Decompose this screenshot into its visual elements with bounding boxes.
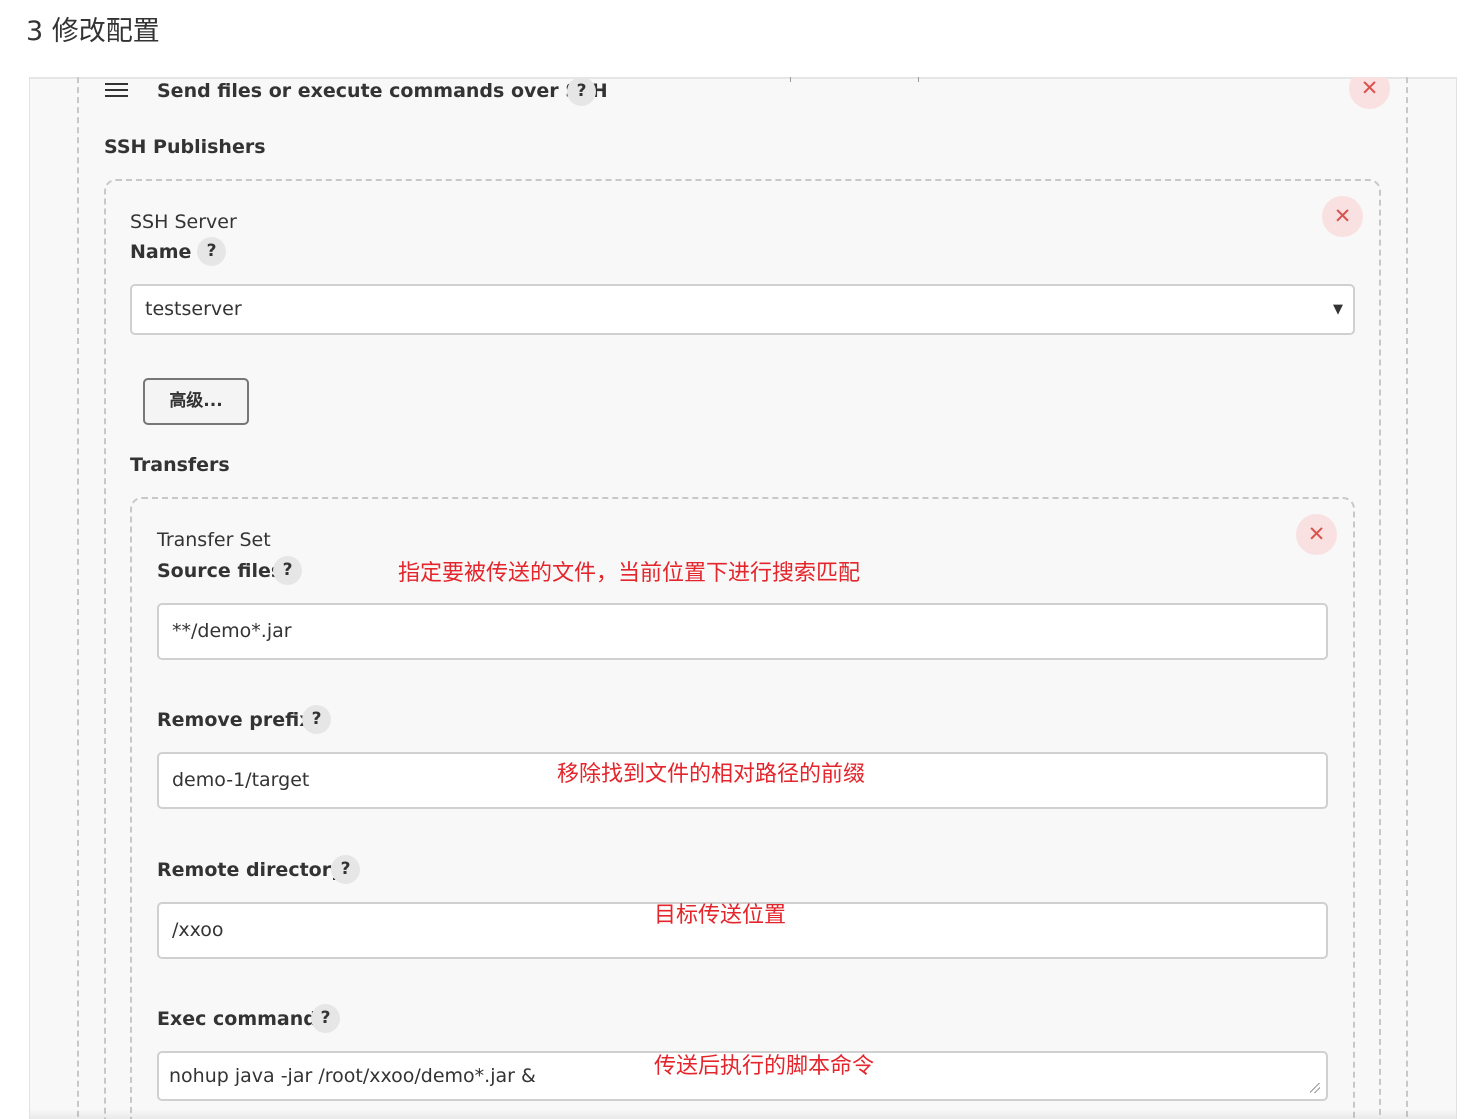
resize-handle-icon[interactable] bbox=[1310, 1083, 1320, 1093]
drag-handle-icon[interactable] bbox=[105, 83, 128, 99]
article-heading: 3 修改配置 bbox=[26, 16, 160, 47]
remove-prefix-help-icon[interactable]: ? bbox=[302, 705, 331, 734]
exec-command-label: Exec command bbox=[157, 1008, 317, 1030]
delete-transfer-close-icon[interactable]: ✕ bbox=[1296, 514, 1337, 555]
bottom-shadow bbox=[30, 1109, 1456, 1119]
server-name-select[interactable]: testserver ▼ bbox=[130, 284, 1355, 335]
server-name-value: testserver bbox=[145, 298, 242, 320]
transfers-label: Transfers bbox=[130, 454, 230, 476]
jenkins-config-screenshot: Send files or execute commands over SSH … bbox=[29, 77, 1457, 1119]
ssh-server-label: SSH Server bbox=[130, 211, 237, 233]
delete-server-close-icon[interactable]: ✕ bbox=[1322, 196, 1363, 237]
source-files-label: Source files bbox=[157, 560, 283, 582]
exec-command-annotation: 传送后执行的脚本命令 bbox=[654, 1054, 875, 1079]
step-title: Send files or execute commands over SSH bbox=[157, 80, 608, 102]
remote-directory-label: Remote directory bbox=[157, 859, 344, 881]
chevron-down-icon: ▼ bbox=[1333, 302, 1343, 317]
step-help-icon[interactable]: ? bbox=[567, 77, 596, 106]
source-files-input[interactable]: **/demo*.jar bbox=[157, 603, 1328, 660]
source-files-annotation: 指定要被传送的文件，当前位置下进行搜索匹配 bbox=[398, 561, 861, 586]
source-files-help-icon[interactable]: ? bbox=[273, 556, 302, 585]
name-help-icon[interactable]: ? bbox=[197, 237, 226, 266]
exec-command-value: nohup java -jar /root/xxoo/demo*.jar & bbox=[169, 1065, 536, 1087]
exec-command-help-icon[interactable]: ? bbox=[311, 1004, 340, 1033]
advanced-button[interactable]: 高级... bbox=[143, 378, 249, 425]
name-label: Name bbox=[130, 241, 192, 263]
remove-prefix-annotation: 移除找到文件的相对路径的前缀 bbox=[557, 762, 866, 787]
remove-prefix-label: Remove prefix bbox=[157, 709, 312, 731]
transfer-set-label: Transfer Set bbox=[157, 529, 271, 551]
ssh-publishers-label: SSH Publishers bbox=[104, 136, 266, 158]
remote-directory-annotation: 目标传送位置 bbox=[654, 903, 787, 928]
remote-directory-help-icon[interactable]: ? bbox=[331, 855, 360, 884]
